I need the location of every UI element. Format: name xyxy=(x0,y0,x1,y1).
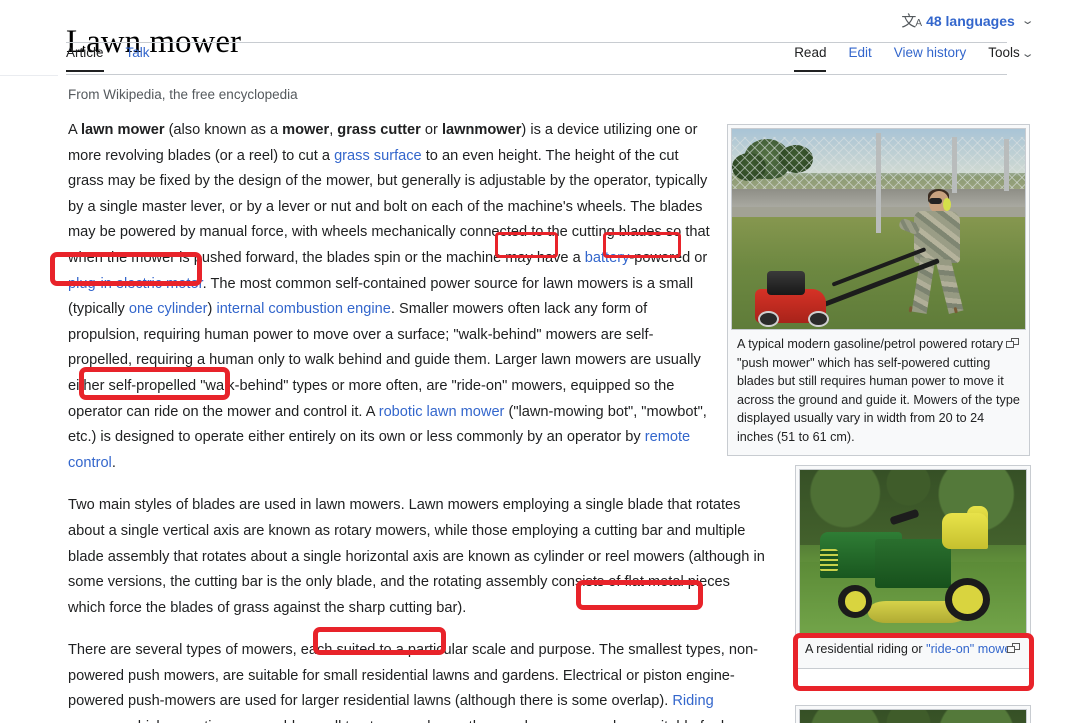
term-lawnmower: lawnmower xyxy=(441,122,522,138)
figure-caption-push-mower: A typical modern gasoline/petrol powered… xyxy=(731,330,1026,452)
third-photo[interactable] xyxy=(799,709,1027,723)
page-header: Lawn mower 文A 48 languages ⌄ Article Tal… xyxy=(0,0,1065,76)
article-body: A lawn mower (also known as a mower, gra… xyxy=(68,118,768,723)
wikipedia-article-page: Lawn mower 文A 48 languages ⌄ Article Tal… xyxy=(0,0,1065,723)
chevron-down-icon: ⌄ xyxy=(1020,48,1035,60)
riding-mower-photo[interactable] xyxy=(799,469,1027,635)
text: -powered or xyxy=(629,249,708,266)
paragraph-2: Two main styles of blades are used in la… xyxy=(68,497,765,616)
term-mower: mower xyxy=(282,122,330,138)
site-tagline: From Wikipedia, the free encyclopedia xyxy=(68,87,298,102)
caption-text: A typical modern gasoline/petrol powered… xyxy=(737,337,1020,444)
paragraph-3: There are several types of mowers, each … xyxy=(68,638,768,723)
language-icon: 文A xyxy=(901,13,922,30)
magnify-icon[interactable] xyxy=(1007,643,1020,654)
tab-article[interactable]: Article xyxy=(66,44,104,72)
text: (also known as a xyxy=(164,122,283,138)
tab-edit[interactable]: Edit xyxy=(848,44,871,70)
chevron-down-icon: ⌄ xyxy=(1020,15,1035,27)
paragraph-1: A lawn mower (also known as a mower, gra… xyxy=(68,118,713,476)
magnify-icon[interactable] xyxy=(1006,338,1019,349)
language-count-label: 48 languages xyxy=(926,12,1015,29)
figure-third-photo xyxy=(795,705,1031,723)
view-tabs: Read Edit View history Tools⌄ xyxy=(794,44,1035,72)
tab-talk[interactable]: Talk xyxy=(126,44,150,70)
link-one-cylinder[interactable]: one cylinder xyxy=(129,301,208,317)
figure-riding-mower: A residential riding or "ride-on" mower xyxy=(795,465,1031,669)
link-robotic-lawn-mower[interactable]: robotic lawn mower xyxy=(379,404,505,420)
link-internal-combustion-engine[interactable]: internal combustion engine xyxy=(216,301,390,317)
tabs-divider xyxy=(66,74,1007,75)
link-ride-on-mower[interactable]: "ride-on" mower xyxy=(926,642,1015,656)
text: to an even height. The height of the cut… xyxy=(68,147,710,266)
link-plug-in-electric-motor[interactable]: plug-in electric motor xyxy=(68,276,203,292)
term-grass-cutter: grass cutter xyxy=(337,122,421,138)
figure-push-mower: A typical modern gasoline/petrol powered… xyxy=(727,124,1030,456)
link-grass-surface[interactable]: grass surface xyxy=(334,148,422,164)
link-battery[interactable]: battery xyxy=(585,250,630,266)
text: , which sometimes resemble small tractor… xyxy=(68,719,753,723)
title-divider xyxy=(66,42,1007,43)
tools-label: Tools xyxy=(988,45,1020,60)
push-mower-photo[interactable] xyxy=(731,128,1026,330)
namespace-tabs: Article Talk xyxy=(66,44,150,72)
tabs-row: Article Talk Read Edit View history Tool… xyxy=(0,44,1065,76)
text: . Smaller mowers often lack any form of … xyxy=(68,301,701,420)
language-selector-button[interactable]: 文A 48 languages ⌄ xyxy=(901,10,1035,31)
tools-menu-button[interactable]: Tools⌄ xyxy=(988,44,1035,72)
caption-text: A residential riding or xyxy=(805,642,927,656)
text: A xyxy=(68,122,81,138)
figure-caption-riding-mower: A residential riding or "ride-on" mower xyxy=(799,635,1027,665)
tab-view-history[interactable]: View history xyxy=(894,44,967,70)
text: There are several types of mowers, each … xyxy=(68,642,759,710)
text: or xyxy=(420,122,442,138)
tab-read[interactable]: Read xyxy=(794,44,827,72)
term-lawn-mower: lawn mower xyxy=(80,122,165,138)
text: . xyxy=(111,454,116,471)
